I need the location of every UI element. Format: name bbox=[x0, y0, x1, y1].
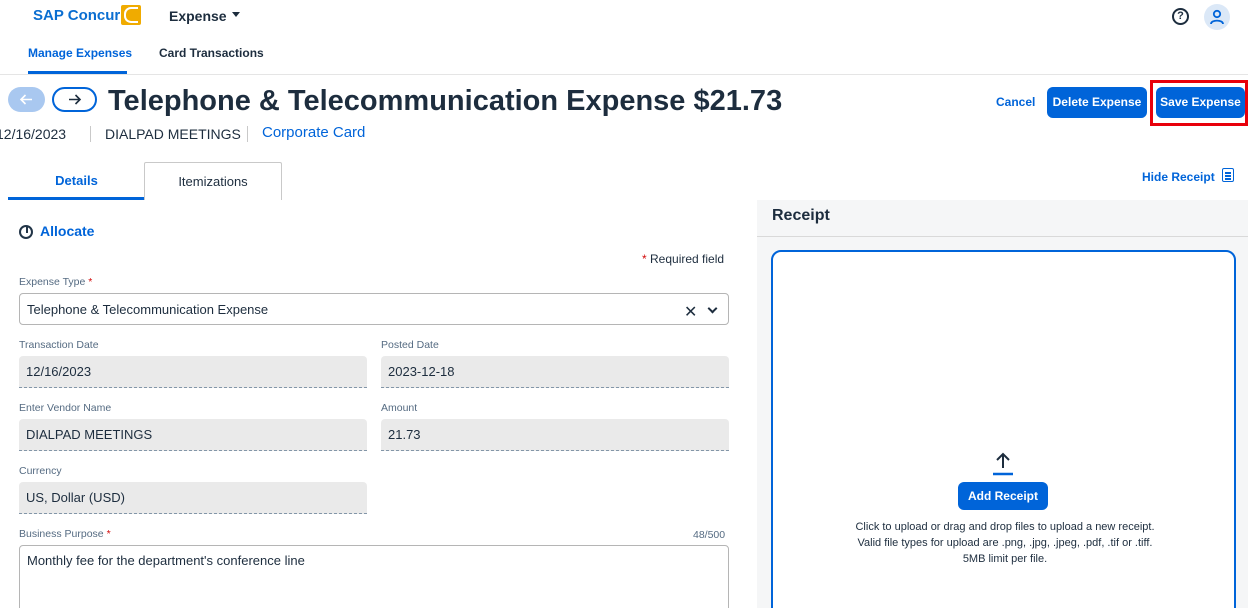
receipt-icon[interactable] bbox=[1222, 168, 1234, 182]
receipt-divider bbox=[757, 236, 1248, 237]
expense-type-select[interactable]: Telephone & Telecommunication Expense bbox=[19, 293, 729, 325]
tab-card-transactions[interactable]: Card Transactions bbox=[159, 46, 264, 60]
amount-field: 21.73 bbox=[381, 419, 729, 451]
character-counter: 48/500 bbox=[693, 529, 726, 541]
expense-vendor: DIALPAD MEETINGS bbox=[105, 126, 241, 142]
posted-date-label: Posted Date bbox=[381, 339, 439, 351]
required-star: * bbox=[88, 276, 93, 288]
delete-expense-button[interactable]: Delete Expense bbox=[1047, 87, 1147, 118]
payment-type: Corporate Card bbox=[262, 124, 366, 141]
tab-itemizations[interactable]: Itemizations bbox=[144, 162, 282, 200]
posted-date-field: 2023-12-18 bbox=[381, 356, 729, 388]
back-arrow-icon bbox=[19, 94, 32, 105]
forward-arrow-icon bbox=[69, 94, 82, 105]
add-receipt-button[interactable]: Add Receipt bbox=[958, 482, 1048, 510]
vendor-name-field: DIALPAD MEETINGS bbox=[19, 419, 367, 451]
user-icon bbox=[1210, 9, 1224, 25]
tab-manage-expenses[interactable]: Manage Expenses bbox=[28, 46, 132, 60]
brand-name[interactable]: SAP Concur bbox=[33, 7, 120, 24]
receipt-help-text: Click to upload or drag and drop files t… bbox=[855, 521, 1155, 565]
next-expense-button[interactable] bbox=[52, 87, 97, 112]
nav-divider bbox=[0, 74, 1248, 75]
hide-receipt-link[interactable]: Hide Receipt bbox=[1142, 170, 1215, 184]
top-bar: SAP Concur Expense ? bbox=[0, 0, 1248, 36]
transaction-date-label: Transaction Date bbox=[19, 339, 99, 351]
previous-expense-button[interactable] bbox=[8, 87, 45, 112]
meta-separator bbox=[247, 126, 248, 142]
help-icon[interactable]: ? bbox=[1172, 8, 1189, 25]
tab-details[interactable]: Details bbox=[8, 162, 145, 200]
business-purpose-input[interactable]: Monthly fee for the department's confere… bbox=[19, 545, 729, 608]
amount-label: Amount bbox=[381, 402, 418, 414]
concur-logo-icon bbox=[121, 5, 141, 25]
chevron-down-icon[interactable] bbox=[232, 12, 240, 17]
meta-separator bbox=[90, 126, 91, 142]
user-avatar[interactable] bbox=[1204, 4, 1230, 30]
cancel-button[interactable]: Cancel bbox=[996, 95, 1035, 109]
transaction-date-field: 12/16/2023 bbox=[19, 356, 367, 388]
currency-label: Currency bbox=[19, 465, 62, 477]
required-star: * bbox=[106, 528, 111, 540]
upload-icon bbox=[993, 452, 1013, 476]
allocate-link[interactable]: Allocate bbox=[40, 223, 94, 239]
expense-date: 12/16/2023 bbox=[0, 126, 67, 142]
vendor-name-label: Enter Vendor Name bbox=[19, 402, 112, 414]
clear-icon[interactable]: ✕ bbox=[684, 302, 697, 322]
business-purpose-label: Business Purpose * bbox=[19, 528, 111, 540]
currency-field: US, Dollar (USD) bbox=[19, 482, 367, 514]
required-field-note: * Required field bbox=[642, 252, 725, 266]
product-menu[interactable]: Expense bbox=[169, 8, 227, 24]
receipt-title: Receipt bbox=[772, 207, 830, 224]
page-title: Telephone & Telecommunication Expense $2… bbox=[108, 85, 783, 117]
save-highlight bbox=[1150, 80, 1248, 126]
expense-type-label: Expense Type * bbox=[19, 276, 93, 288]
allocate-icon[interactable] bbox=[19, 225, 33, 239]
required-star: * bbox=[642, 252, 647, 266]
